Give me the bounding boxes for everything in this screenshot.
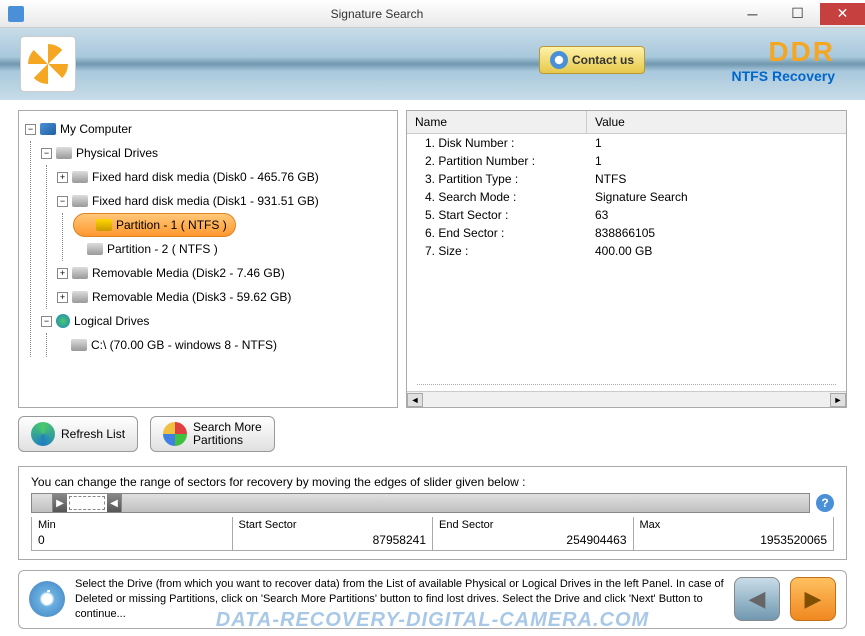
disk-icon	[72, 267, 88, 279]
disk-icon	[71, 339, 87, 351]
contact-icon	[550, 51, 568, 69]
pie-chart-icon	[163, 422, 187, 446]
brand-block: DDR NTFS Recovery	[732, 36, 835, 84]
brand-text: DDR	[732, 36, 835, 68]
disk-icon	[72, 291, 88, 303]
tree-logical-drive[interactable]: C:\ (70.00 GB - windows 8 - NTFS)	[57, 333, 391, 357]
refresh-icon	[31, 422, 55, 446]
horizontal-scrollbar[interactable]: ◄ ►	[407, 391, 846, 407]
expand-icon[interactable]: +	[57, 292, 68, 303]
property-row: 1. Disk Number :1	[407, 134, 846, 152]
maximize-button[interactable]: ☐	[775, 3, 820, 25]
collapse-icon[interactable]: −	[25, 124, 36, 135]
sector-hint: You can change the range of sectors for …	[31, 475, 834, 489]
sector-max-field: Max 1953520065	[634, 517, 835, 551]
slider-handle[interactable]: ▶ ◀	[52, 493, 122, 513]
window-title: Signature Search	[24, 7, 730, 21]
search-more-partitions-button[interactable]: Search More Partitions	[150, 416, 275, 452]
sector-start-field: Start Sector 87958241	[233, 517, 434, 551]
app-icon	[8, 6, 24, 22]
sector-end-field: End Sector 254904463	[433, 517, 634, 551]
close-button[interactable]: ✕	[820, 3, 865, 25]
property-row: 5. Start Sector :63	[407, 206, 846, 224]
column-name[interactable]: Name	[407, 111, 587, 133]
logical-drives-icon	[56, 314, 70, 328]
tree-physical-drives[interactable]: − Physical Drives	[41, 141, 391, 165]
expand-icon[interactable]: +	[57, 172, 68, 183]
tree-drive[interactable]: + Fixed hard disk media (Disk0 - 465.76 …	[57, 165, 391, 189]
property-row: 2. Partition Number :1	[407, 152, 846, 170]
sector-slider[interactable]: ▶ ◀	[31, 493, 810, 513]
product-text: NTFS Recovery	[732, 68, 835, 84]
app-logo	[20, 36, 76, 92]
tree-root[interactable]: − My Computer	[25, 117, 391, 141]
tree-partition-selected[interactable]: Partition - 1 ( NTFS )	[73, 213, 236, 237]
scroll-right-icon[interactable]: ►	[830, 393, 846, 407]
sector-min-field: Min 0	[31, 517, 233, 551]
sector-range-panel: You can change the range of sectors for …	[18, 466, 847, 560]
partition-icon	[96, 219, 112, 231]
scroll-left-icon[interactable]: ◄	[407, 393, 423, 407]
properties-header: Name Value	[407, 111, 846, 134]
tree-drive[interactable]: + Removable Media (Disk3 - 59.62 GB)	[57, 285, 391, 309]
drive-tree[interactable]: − My Computer − Physical Drives + Fixed …	[18, 110, 398, 408]
property-row: 6. End Sector :838866105	[407, 224, 846, 242]
header: Contact us DDR NTFS Recovery	[0, 28, 865, 100]
column-value[interactable]: Value	[587, 111, 633, 133]
tree-partition[interactable]: Partition - 2 ( NTFS )	[73, 237, 391, 261]
property-row: 7. Size :400.00 GB	[407, 242, 846, 260]
property-row: 3. Partition Type :NTFS	[407, 170, 846, 188]
collapse-icon[interactable]: −	[57, 196, 68, 207]
handle-right-icon[interactable]: ▶	[53, 494, 67, 512]
properties-panel: Name Value 1. Disk Number :12. Partition…	[406, 110, 847, 408]
tree-drive[interactable]: + Removable Media (Disk2 - 7.46 GB)	[57, 261, 391, 285]
collapse-icon[interactable]: −	[41, 316, 52, 327]
partition-icon	[87, 243, 103, 255]
computer-icon	[40, 123, 56, 135]
minimize-button[interactable]: ─	[730, 3, 775, 25]
contact-label: Contact us	[572, 53, 634, 67]
refresh-list-button[interactable]: Refresh List	[18, 416, 138, 452]
disk-icon	[72, 195, 88, 207]
property-row: 4. Search Mode :Signature Search	[407, 188, 846, 206]
tree-logical-drives[interactable]: − Logical Drives	[41, 309, 391, 333]
disk-icon	[72, 171, 88, 183]
help-icon[interactable]: ?	[816, 494, 834, 512]
drives-icon	[56, 147, 72, 159]
titlebar: Signature Search ─ ☐ ✕	[0, 0, 865, 28]
handle-left-icon[interactable]: ◀	[107, 494, 121, 512]
collapse-icon[interactable]: −	[41, 148, 52, 159]
tree-drive[interactable]: − Fixed hard disk media (Disk1 - 931.51 …	[57, 189, 391, 213]
expand-icon[interactable]: +	[57, 268, 68, 279]
watermark: DATA-RECOVERY-DIGITAL-CAMERA.COM	[0, 605, 865, 636]
contact-us-button[interactable]: Contact us	[539, 46, 645, 74]
